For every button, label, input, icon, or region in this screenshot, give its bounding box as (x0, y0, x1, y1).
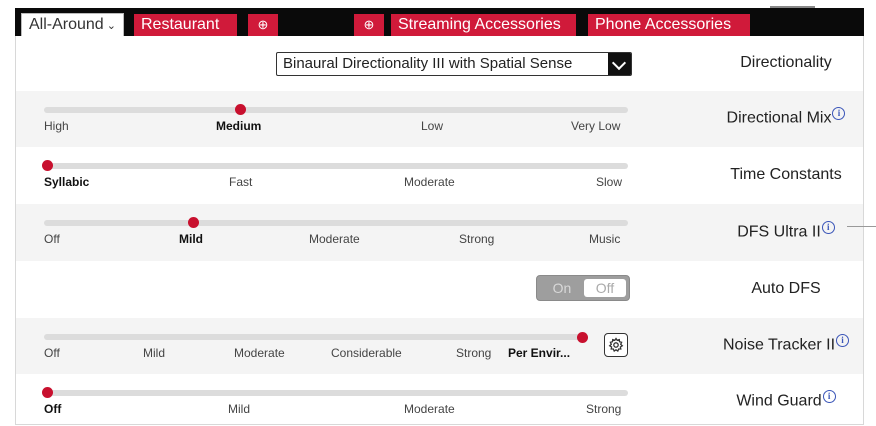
toggle-on-label[interactable]: On (541, 279, 583, 297)
directionality-dropdown[interactable]: Binaural Directionality III with Spatial… (276, 52, 632, 76)
row-noise-tracker: Off Mild Moderate Considerable Strong Pe… (16, 318, 863, 374)
add-program-button[interactable]: ⊕ (248, 14, 278, 36)
tab-restaurant[interactable]: Restaurant (134, 14, 237, 36)
row-label: Auto DFS (751, 280, 821, 297)
slider-stop-label[interactable]: High (44, 119, 69, 133)
row-label: Directionality (740, 54, 832, 71)
chevron-down-icon[interactable] (608, 53, 631, 75)
time-constants-slider[interactable] (44, 163, 628, 169)
slider-stop-label[interactable]: Low (421, 119, 443, 133)
row-label: Wind Guard i (706, 390, 866, 410)
tab-all-around[interactable]: All-Around ⌄ (21, 13, 124, 36)
dfs-ultra-slider[interactable] (44, 220, 628, 226)
slider-stop-label[interactable]: Strong (586, 402, 621, 416)
program-tab-bar: All-Around ⌄ Restaurant ⊕ ⊕ Streaming Acc… (15, 8, 864, 36)
slider-stop-label[interactable]: Considerable (331, 346, 402, 360)
info-icon[interactable]: i (832, 107, 846, 120)
callout-line (847, 226, 876, 227)
row-wind-guard: Off Mild Moderate Strong Wind Guard i (16, 374, 863, 425)
row-directional-mix: High Medium Low Very Low Directional Mix… (16, 91, 863, 147)
toggle-off-label[interactable]: Off (584, 279, 626, 297)
auto-dfs-toggle[interactable]: On Off (536, 275, 630, 301)
slider-stop-label[interactable]: Moderate (309, 232, 360, 246)
slider-stop-label[interactable]: Mild (228, 402, 250, 416)
slider-stop-label[interactable]: Per Envir... (508, 346, 570, 360)
add-icon: ⊕ (257, 17, 269, 32)
slider-stop-label[interactable]: Medium (216, 119, 261, 133)
slider-stop-label[interactable]: Moderate (234, 346, 285, 360)
slider-handle[interactable] (42, 160, 53, 171)
slider-stop-label[interactable]: Mild (143, 346, 165, 360)
row-label: DFS Ultra II i (706, 221, 866, 241)
info-icon[interactable]: i (821, 221, 835, 234)
noise-tracker-settings-button[interactable] (604, 333, 628, 357)
dropdown-value: Binaural Directionality III with Spatial… (283, 55, 573, 72)
label-text: DFS Ultra II (737, 223, 821, 241)
slider-stop-label[interactable]: Very Low (571, 119, 620, 133)
slider-handle[interactable] (235, 104, 246, 115)
slider-handle[interactable] (577, 332, 588, 343)
slider-stop-label[interactable]: Moderate (404, 402, 455, 416)
row-label: Directional Mix i (706, 107, 866, 127)
slider-handle[interactable] (42, 387, 53, 398)
row-auto-dfs: On Off Auto DFS (16, 261, 863, 318)
row-directionality: Binaural Directionality III with Spatial… (16, 36, 863, 91)
settings-panel: Binaural Directionality III with Spatial… (15, 36, 864, 425)
slider-stop-label[interactable]: Fast (229, 175, 252, 189)
chevron-down-icon[interactable]: ⌄ (107, 20, 116, 32)
slider-handle[interactable] (188, 217, 199, 228)
label-text: Directional Mix (726, 109, 832, 127)
slider-stop-label[interactable]: Moderate (404, 175, 455, 189)
add-icon: ⊕ (363, 17, 375, 32)
noise-tracker-slider[interactable] (44, 334, 586, 340)
label-text: Wind Guard (736, 392, 822, 410)
slider-stop-label[interactable]: Syllabic (44, 175, 89, 189)
wind-guard-slider[interactable] (44, 390, 628, 396)
row-time-constants: Syllabic Fast Moderate Slow Time Constan… (16, 147, 863, 204)
slider-stop-label[interactable]: Off (44, 402, 61, 416)
slider-stop-label[interactable]: Strong (459, 232, 494, 246)
slider-stop-label[interactable]: Off (44, 346, 60, 360)
row-dfs-ultra: Off Mild Moderate Strong Music DFS Ultra… (16, 204, 863, 261)
slider-stop-label[interactable]: Off (44, 232, 60, 246)
slider-stop-label[interactable]: Music (589, 232, 620, 246)
tab-label: Streaming Accessories (398, 16, 561, 33)
row-label: Time Constants (730, 166, 842, 183)
tab-phone-accessories[interactable]: Phone Accessories (588, 14, 750, 36)
directional-mix-slider[interactable] (44, 107, 628, 113)
info-icon[interactable]: i (836, 334, 850, 347)
slider-stop-label[interactable]: Strong (456, 346, 491, 360)
tab-label: Phone Accessories (595, 16, 732, 33)
add-program-button[interactable]: ⊕ (354, 14, 384, 36)
slider-stop-label[interactable]: Slow (596, 175, 622, 189)
tab-label: Restaurant (141, 16, 220, 33)
info-icon[interactable]: i (822, 390, 836, 403)
row-label: Noise Tracker II i (706, 334, 866, 354)
label-text: Noise Tracker II (722, 336, 836, 354)
tab-streaming-accessories[interactable]: Streaming Accessories (391, 14, 576, 36)
tab-label: All-Around (29, 16, 104, 33)
gear-icon (608, 337, 624, 352)
slider-stop-label[interactable]: Mild (179, 232, 203, 246)
